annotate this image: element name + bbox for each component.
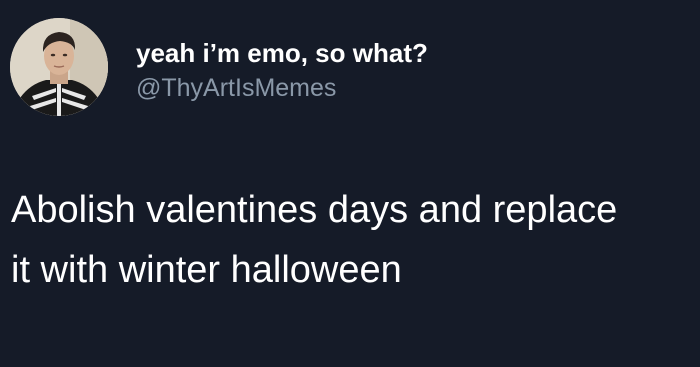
tweet-text-line: Abolish valentines days and replace: [11, 189, 618, 231]
tweet-card: yeah i’m emo, so what? @ThyArtIsMemes Ab…: [0, 0, 700, 367]
tweet-body: Abolish valentines days and replace it w…: [11, 180, 700, 300]
author-display-name[interactable]: yeah i’m emo, so what?: [136, 38, 428, 68]
tweet-text-line: it with winter halloween: [11, 249, 402, 291]
avatar[interactable]: [10, 18, 108, 116]
profile-photo-icon: [10, 18, 108, 116]
author-handle[interactable]: @ThyArtIsMemes: [136, 73, 336, 103]
